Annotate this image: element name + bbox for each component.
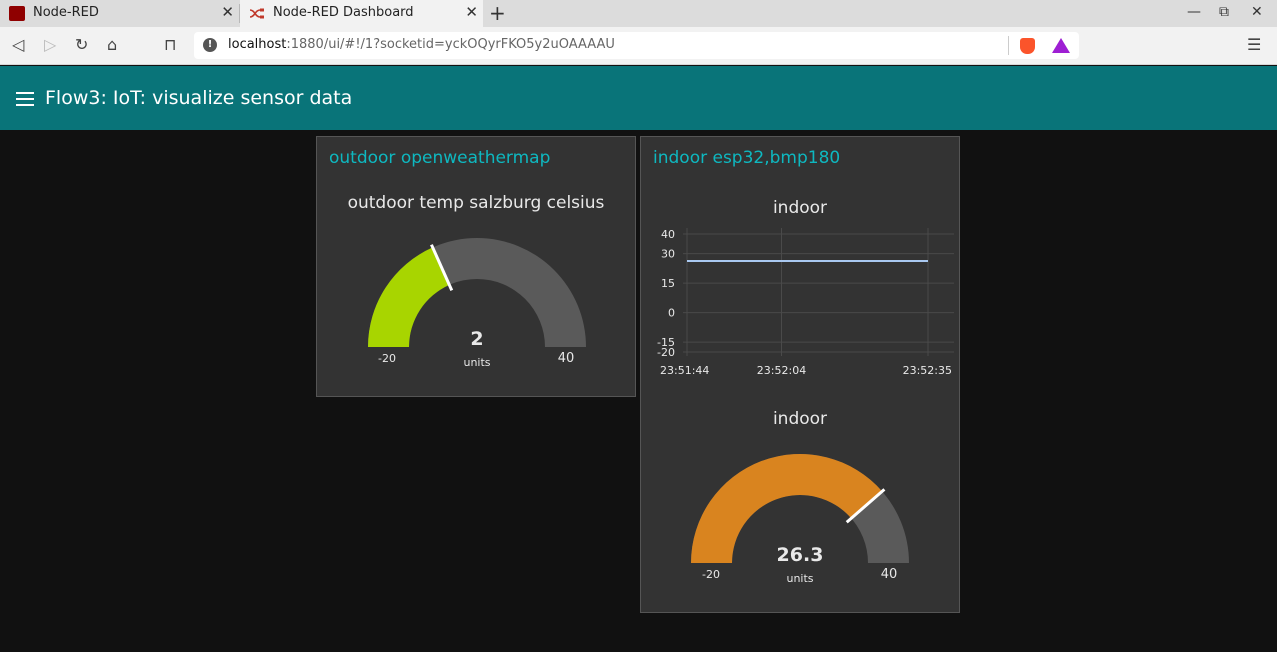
- node-red-favicon-icon: [9, 6, 25, 21]
- indoor-gauge: 26.3 units -20 40: [691, 454, 909, 585]
- gauge-min-label: -20: [378, 352, 396, 365]
- minimize-window-icon[interactable]: —: [1187, 4, 1201, 20]
- restore-window-icon[interactable]: ⧉: [1219, 4, 1229, 20]
- home-icon[interactable]: ⌂: [107, 35, 117, 54]
- browser-menu-icon[interactable]: ☰: [1247, 35, 1261, 54]
- outdoor-gauge: 2 units -20 40: [368, 238, 586, 369]
- page-title: Flow3: IoT: visualize sensor data: [45, 87, 353, 109]
- browser-tab-bar: Node-RED ✕ Node-RED Dashboard ✕ + — ⧉ ✕: [0, 0, 1277, 27]
- close-window-icon[interactable]: ✕: [1251, 4, 1263, 20]
- dashboard-header: Flow3: IoT: visualize sensor data: [0, 66, 1277, 130]
- gauge-max-label: 40: [881, 567, 898, 582]
- back-icon[interactable]: ◁: [12, 35, 24, 54]
- address-bar[interactable]: ! localhost:1880/ui/#!/1?socketid=yckOQy…: [194, 32, 1079, 59]
- new-tab-button[interactable]: +: [489, 1, 506, 25]
- gauge-fill: [368, 247, 450, 347]
- node-red-favicon-icon: [249, 8, 264, 19]
- gauge-value: 26.3: [777, 544, 824, 566]
- brave-shields-icon[interactable]: [1020, 38, 1035, 54]
- bookmark-icon[interactable]: ⊓: [164, 35, 176, 54]
- gauge-max-label: 40: [558, 351, 575, 366]
- gauge-value: 2: [470, 328, 483, 350]
- site-info-icon[interactable]: !: [203, 38, 217, 52]
- indoor-group: indoor esp32,bmp180 indoor 40 30 15 0 -15 -20…: [640, 136, 960, 613]
- close-tab-icon[interactable]: ✕: [221, 3, 234, 21]
- forward-icon[interactable]: ▷: [44, 35, 56, 54]
- browser-tab-dashboard[interactable]: Node-RED Dashboard ✕: [240, 0, 483, 27]
- browser-toolbar: ◁ ▷ ↻ ⌂ ⊓ ! localhost:1880/ui/#!/1?socke…: [0, 27, 1277, 65]
- gauge-min-label: -20: [702, 568, 720, 581]
- tab-title: Node-RED Dashboard: [273, 5, 414, 20]
- gauge-units: units: [463, 356, 490, 369]
- brave-rewards-icon[interactable]: [1052, 38, 1070, 53]
- hamburger-menu-icon[interactable]: [16, 92, 34, 106]
- url-text[interactable]: localhost:1880/ui/#!/1?socketid=yckOQyrF…: [228, 37, 615, 52]
- outdoor-group: outdoor openweathermap outdoor temp salz…: [316, 136, 636, 397]
- close-tab-icon[interactable]: ✕: [465, 3, 478, 21]
- gauge-units: units: [786, 572, 813, 585]
- tab-title: Node-RED: [33, 5, 99, 20]
- browser-tab-node-red[interactable]: Node-RED ✕: [0, 0, 239, 27]
- reload-icon[interactable]: ↻: [75, 35, 88, 54]
- url-divider: [1008, 36, 1009, 55]
